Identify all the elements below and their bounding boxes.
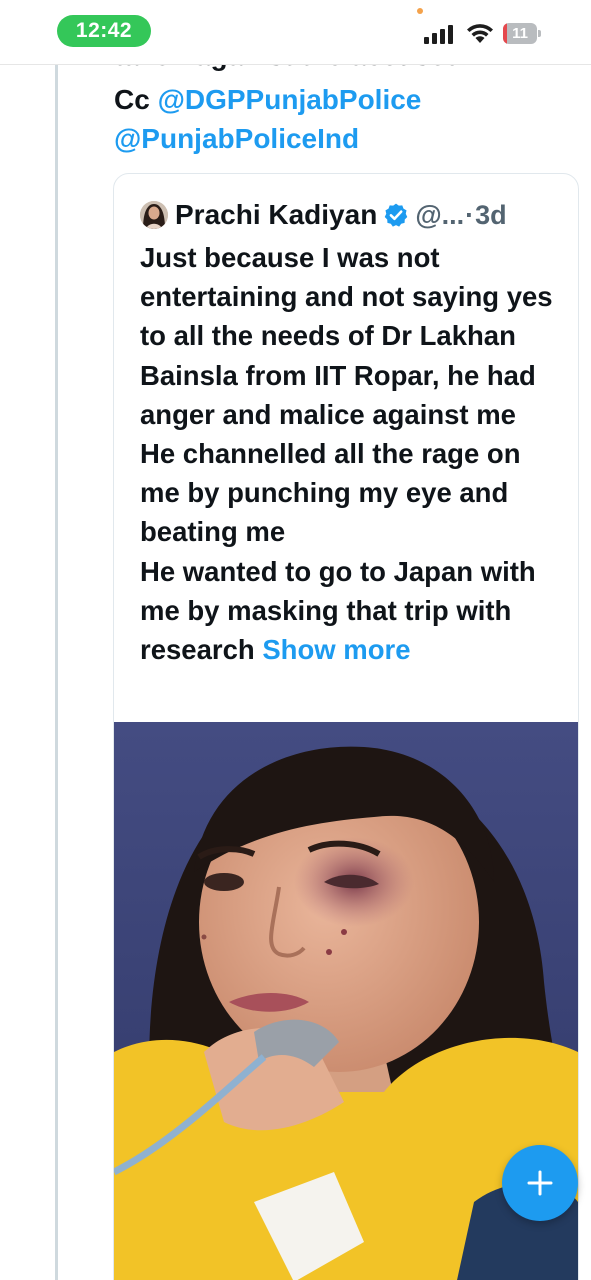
compose-button[interactable] — [502, 1145, 578, 1221]
quoted-tweet-card[interactable]: Prachi Kadiyan @... · 3d Just because I … — [113, 173, 579, 1280]
thread-connector-line — [55, 64, 58, 1280]
signal-icon — [424, 24, 454, 44]
quote-line: He channelled all the rage on me by punc… — [140, 438, 521, 548]
plus-icon — [527, 1170, 553, 1196]
wifi-icon — [467, 24, 493, 43]
tweet-detail-screen: 12:42 11 taken against the accused? Cc @… — [0, 0, 591, 1280]
author-name[interactable]: Prachi Kadiyan — [175, 199, 377, 231]
avatar[interactable] — [140, 201, 168, 229]
show-more-link[interactable]: Show more — [262, 634, 410, 665]
meta-separator: · — [465, 199, 475, 230]
battery-icon: 11 — [503, 23, 541, 44]
mention-link[interactable]: @DGPPunjabPolice — [158, 84, 422, 115]
status-divider — [0, 64, 591, 65]
cc-label: Cc — [114, 84, 150, 115]
status-time: 12:42 — [57, 15, 151, 47]
quoted-tweet-text: Just because I was not entertaining and … — [140, 238, 565, 669]
verified-badge-icon — [385, 203, 408, 227]
author-handle: @... — [415, 199, 465, 230]
status-bar: 12:42 11 — [0, 0, 591, 64]
tweet-text: Cc @DGPPunjabPolice @PunjabPoliceInd — [114, 80, 574, 158]
timestamp: 3d — [475, 199, 507, 230]
battery-level: 11 — [512, 25, 528, 42]
quote-line: Just because I was not entertaining and … — [140, 242, 553, 430]
mention-link[interactable]: @PunjabPoliceInd — [114, 123, 359, 154]
quoted-tweet-header: Prachi Kadiyan @... · 3d — [140, 198, 507, 232]
privacy-indicator-dot — [417, 8, 423, 14]
